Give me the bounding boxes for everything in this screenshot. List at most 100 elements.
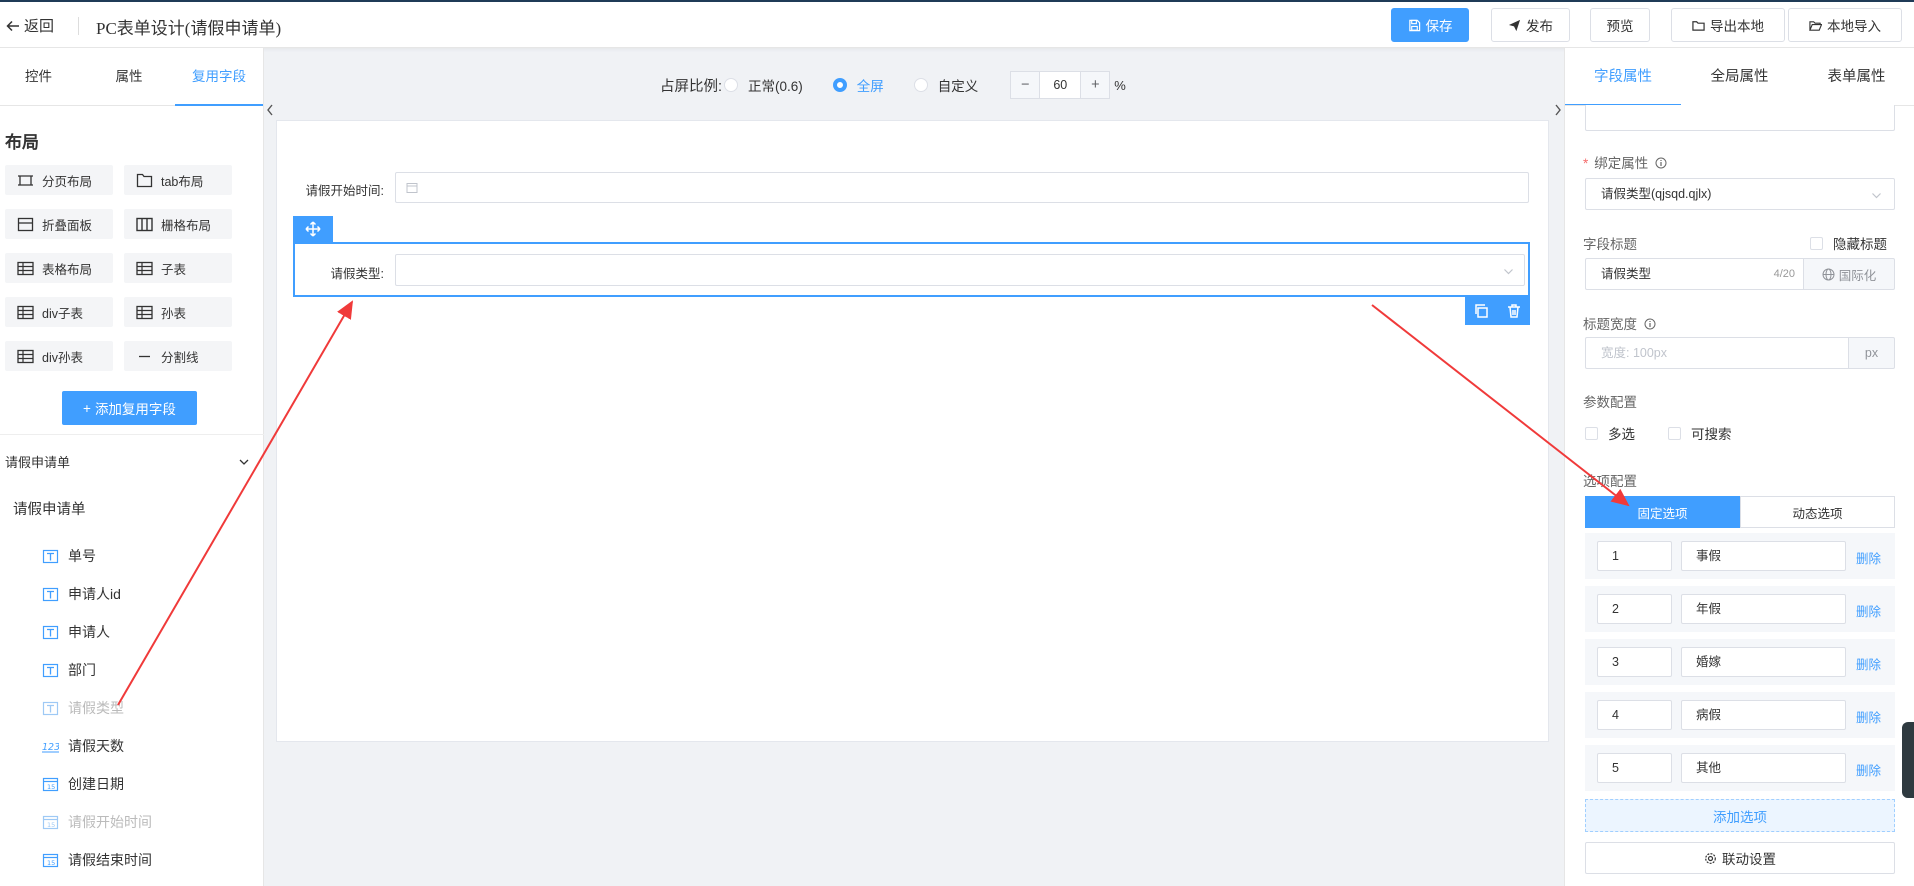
chevron-down-icon[interactable] [238, 456, 250, 468]
reuse-group-header[interactable]: 请假申请单 [5, 452, 70, 471]
title-width-input[interactable]: 宽度: 100px [1585, 337, 1849, 369]
reuse-field-leave-type[interactable]: 请假类型 [42, 697, 124, 719]
reuse-field-applicant[interactable]: 申请人 [42, 621, 110, 643]
zoom-plus-button[interactable]: + [1080, 71, 1111, 99]
fixed-options-toggle[interactable]: 固定选项 [1585, 496, 1740, 528]
hide-title-label: 隐藏标题 [1833, 237, 1887, 252]
collapse-left-icon[interactable] [265, 102, 275, 118]
tab-field-properties[interactable]: 字段属性 [1565, 48, 1681, 106]
tab-properties[interactable]: 属性 [90, 48, 168, 106]
multi-select-checkbox[interactable]: 多选 [1585, 423, 1635, 443]
option-delete-link[interactable]: 删除 [1856, 601, 1881, 620]
tab-reuse-fields[interactable]: 复用字段 [175, 48, 263, 106]
field-title-input[interactable]: 请假类型 4/20 [1585, 258, 1804, 290]
comp-div-grandchild-table[interactable]: div孙表 [5, 341, 113, 371]
reuse-field-leave-days[interactable]: 123 请假天数 [42, 735, 124, 757]
option-value-input[interactable]: 3 [1597, 647, 1672, 677]
option-label-input[interactable]: 事假 [1681, 541, 1846, 571]
comp-subtable[interactable]: 子表 [124, 253, 232, 283]
option-label-input[interactable]: 病假 [1681, 700, 1846, 730]
ratio-normal-radio[interactable]: 正常(0.6) [724, 75, 803, 95]
checkbox-box [1668, 426, 1681, 440]
comp-label: 孙表 [161, 306, 187, 321]
export-label: 导出本地 [1710, 19, 1764, 34]
info-icon[interactable] [1655, 157, 1667, 169]
back-button[interactable]: 返回 [6, 15, 54, 36]
linkage-settings-button[interactable]: 联动设置 [1585, 842, 1895, 874]
option-value-input[interactable]: 4 [1597, 700, 1672, 730]
zoom-minus-button[interactable]: − [1010, 71, 1041, 99]
option-label-input[interactable]: 其他 [1681, 753, 1846, 783]
comp-label: 栅格布局 [161, 218, 212, 233]
info-icon[interactable] [1644, 318, 1656, 330]
comp-divider[interactable]: 分割线 [124, 341, 232, 371]
leave-type-select[interactable] [395, 254, 1525, 286]
option-delete-link[interactable]: 删除 [1856, 760, 1881, 779]
option-value-input[interactable]: 1 [1597, 541, 1672, 571]
start-time-date-input[interactable] [395, 172, 1529, 203]
option-delete-link[interactable]: 删除 [1856, 548, 1881, 567]
option-row: 1 事假 删除 [1585, 533, 1895, 579]
field-label: 申请人id [68, 586, 121, 602]
reuse-field-department[interactable]: 部门 [42, 659, 96, 681]
preview-button[interactable]: 预览 [1590, 8, 1650, 42]
comp-label: div子表 [42, 306, 83, 321]
reuse-field-leave-start[interactable]: 15 请假开始时间 [42, 811, 152, 833]
reuse-field-order-no[interactable]: 单号 [42, 545, 96, 567]
tab-controls[interactable]: 控件 [0, 48, 77, 106]
reuse-group-subtitle: 请假申请单 [13, 502, 86, 518]
searchable-checkbox[interactable]: 可搜索 [1668, 423, 1732, 443]
reuse-field-create-date[interactable]: 15 创建日期 [42, 773, 124, 795]
tab-global-properties[interactable]: 全局属性 [1681, 48, 1798, 106]
save-button[interactable]: 保存 [1391, 8, 1469, 42]
option-label-input[interactable]: 年假 [1681, 594, 1846, 624]
comp-collapse-panel[interactable]: 折叠面板 [5, 209, 113, 239]
comp-page-layout[interactable]: 分页布局 [5, 165, 113, 195]
export-local-button[interactable]: 导出本地 [1671, 8, 1785, 42]
tab-form-properties[interactable]: 表单属性 [1798, 48, 1914, 106]
scrolled-input-partial[interactable] [1585, 105, 1895, 131]
option-value-input[interactable]: 2 [1597, 594, 1672, 624]
ratio-fullscreen-radio[interactable]: 全屏 [832, 75, 884, 95]
add-reuse-field-button[interactable]: + 添加复用字段 [62, 391, 197, 425]
field-label-start-time: 请假开始时间: [305, 184, 384, 198]
floating-side-widget[interactable] [1902, 722, 1914, 798]
publish-button[interactable]: 发布 [1491, 8, 1570, 42]
page-title: PC表单设计(请假申请单) [96, 19, 282, 38]
comp-table-layout[interactable]: 表格布局 [5, 253, 113, 283]
option-delete-link[interactable]: 删除 [1856, 654, 1881, 673]
option-value-input[interactable]: 5 [1597, 753, 1672, 783]
zoom-value-input[interactable]: 60 [1040, 71, 1081, 99]
option-row: 5 其他 删除 [1585, 745, 1895, 791]
bind-property-select[interactable]: 请假类型(qjsqd.qjlx) [1585, 178, 1895, 210]
field-label: 部门 [68, 662, 96, 678]
import-local-button[interactable]: 本地导入 [1788, 8, 1902, 42]
reuse-field-applicant-id[interactable]: 申请人id [42, 583, 121, 605]
comp-grandchild-table[interactable]: 孙表 [124, 297, 232, 327]
drag-handle[interactable] [293, 216, 333, 242]
i18n-button[interactable]: 国际化 [1803, 258, 1895, 290]
collapse-right-icon[interactable] [1553, 102, 1563, 118]
comp-grid-layout[interactable]: 栅格布局 [124, 209, 232, 239]
ratio-custom-radio[interactable]: 自定义 [913, 75, 978, 95]
delete-field-button[interactable] [1504, 301, 1524, 321]
text-field-icon [42, 549, 59, 563]
title-width-text: 标题宽度 [1583, 317, 1637, 332]
trash-icon [1507, 304, 1520, 318]
page-layout-icon [18, 174, 33, 186]
option-row: 4 病假 删除 [1585, 692, 1895, 738]
comp-div-subtable[interactable]: div子表 [5, 297, 113, 327]
hide-title-checkbox[interactable]: 隐藏标题 [1810, 233, 1887, 253]
text-field-icon [42, 701, 59, 715]
reuse-field-leave-end[interactable]: 15 请假结束时间 [42, 849, 152, 871]
bind-value: 请假类型(qjsqd.qjlx) [1601, 187, 1712, 201]
comp-tab-layout[interactable]: tab布局 [124, 165, 232, 195]
option-delete-link[interactable]: 删除 [1856, 707, 1881, 726]
table-icon [136, 305, 153, 319]
copy-field-button[interactable] [1471, 301, 1491, 321]
import-label: 本地导入 [1827, 19, 1881, 34]
back-label: 返回 [24, 18, 55, 35]
dynamic-options-toggle[interactable]: 动态选项 [1740, 496, 1895, 528]
option-label-input[interactable]: 婚嫁 [1681, 647, 1846, 677]
add-option-button[interactable]: 添加选项 [1585, 799, 1895, 832]
